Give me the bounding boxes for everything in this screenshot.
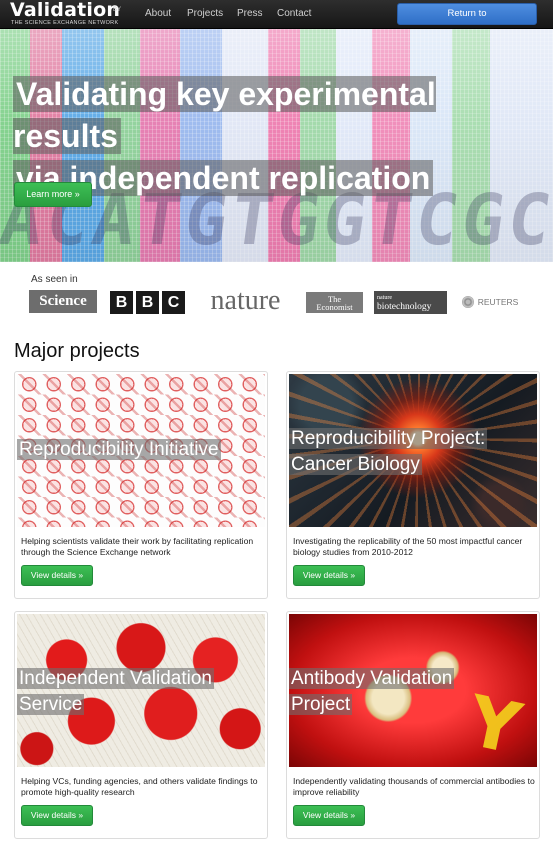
bbc-letter-b1: B — [110, 291, 133, 314]
hero-title: Validating key experimental results via … — [13, 73, 535, 199]
card-title-line-1: Reproducibility Initiative — [17, 439, 221, 460]
hero-title-line-1: Validating key experimental results — [13, 76, 436, 154]
economist-line-2: Economist — [316, 301, 353, 312]
card-description: Helping VCs, funding agencies, and other… — [21, 776, 258, 797]
learn-more-button[interactable]: Learn more » — [14, 182, 92, 207]
nav-link-about[interactable]: About — [145, 8, 171, 19]
reuters-dots-icon — [461, 296, 474, 308]
nature-biotechnology-logo: nature biotechnology — [374, 291, 447, 314]
nav-link-contact[interactable]: Contact — [277, 8, 311, 19]
brand-logo[interactable]: Validation BY THE SCIENCE EXCHANGE NETWO… — [10, 0, 122, 28]
bbc-logo: B B C — [108, 291, 187, 314]
nature-logo: nature — [210, 285, 281, 316]
reuters-logo: REUTERS — [459, 294, 521, 310]
return-to-science-exchange-button[interactable]: Return to ScienceExchange.com — [397, 3, 537, 39]
economist-logo: The Economist — [306, 292, 363, 313]
card-description: Helping scientists validate their work b… — [21, 536, 254, 557]
card-title[interactable]: Antibody Validation Project — [289, 666, 455, 718]
project-card-cancer-biology: Reproducibility Project: Cancer Biology … — [286, 371, 540, 599]
top-navbar: Validation BY THE SCIENCE EXCHANGE NETWO… — [0, 0, 553, 39]
view-details-button[interactable]: View details » — [21, 565, 93, 586]
card-title[interactable]: Reproducibility Initiative — [17, 437, 221, 463]
brand-by: BY — [113, 7, 122, 13]
project-card-antibody-validation: Antibody Validation Project Independentl… — [286, 611, 540, 839]
project-card-reproducibility-initiative: Reproducibility Initiative Helping scien… — [14, 371, 268, 599]
card-title-line-2: Project — [289, 694, 353, 715]
natbio-main: biotechnology — [377, 301, 432, 312]
hero-banner: ACATGTGGTCGC Validating key experimental… — [0, 29, 553, 262]
card-title-line-1: Independent Validation — [17, 668, 214, 689]
view-details-button[interactable]: View details » — [21, 805, 93, 826]
bbc-letter-c: C — [162, 291, 185, 314]
nav-link-press[interactable]: Press — [237, 8, 263, 19]
science-logo: Science — [29, 290, 97, 313]
card-title-line-1: Antibody Validation — [289, 668, 455, 689]
nav-link-projects[interactable]: Projects — [187, 8, 223, 19]
project-card-independent-validation-service: Independent Validation Service Helping V… — [14, 611, 268, 839]
card-title[interactable]: Independent Validation Service — [17, 666, 214, 718]
reuters-text: REUTERS — [477, 297, 519, 307]
major-projects-heading: Major projects — [14, 340, 140, 362]
brand-name: Validation — [10, 0, 121, 21]
card-title[interactable]: Reproducibility Project: Cancer Biology — [289, 426, 488, 478]
view-details-button[interactable]: View details » — [293, 805, 365, 826]
bbc-letter-b2: B — [136, 291, 159, 314]
card-title-line-1: Reproducibility Project: — [289, 428, 488, 449]
card-title-line-2: Cancer Biology — [289, 454, 422, 475]
card-description: Investigating the replicability of the 5… — [293, 536, 523, 557]
brand-subtitle: THE SCIENCE EXCHANGE NETWORK — [11, 20, 119, 26]
card-title-line-2: Service — [17, 694, 85, 715]
view-details-button[interactable]: View details » — [293, 565, 365, 586]
as-seen-in-label: As seen in — [31, 274, 78, 285]
card-description: Independently validating thousands of co… — [293, 776, 535, 797]
